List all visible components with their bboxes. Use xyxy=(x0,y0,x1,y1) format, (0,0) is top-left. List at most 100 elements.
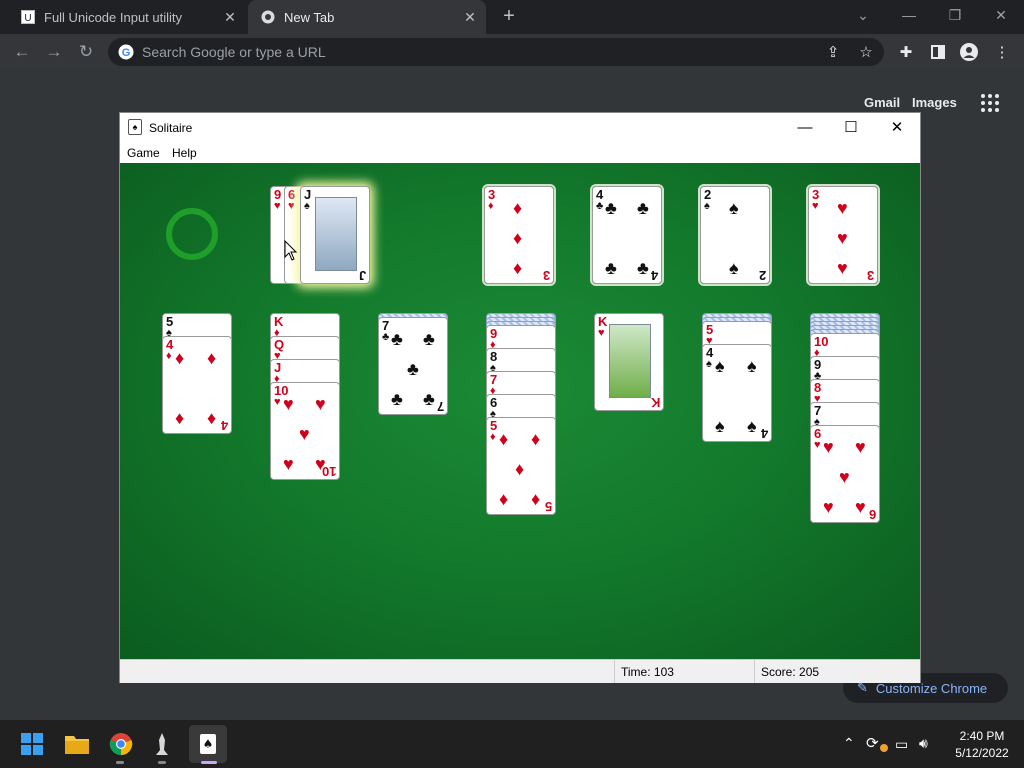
card-rank-corner: 3 xyxy=(542,268,550,283)
card-pip-icon: ♣ xyxy=(637,258,649,278)
card-pip-icon: ♠ xyxy=(747,416,757,436)
solitaire-maximize-icon[interactable]: ☐ xyxy=(828,113,874,141)
score-value: 205 xyxy=(799,664,820,679)
card-3-diamonds[interactable]: 3 ♦ 3 ♦ ♦ ♦ xyxy=(484,186,554,284)
stock-redeal-ring-icon[interactable] xyxy=(166,208,218,260)
svg-text:♠: ♠ xyxy=(203,737,214,751)
card-pip-icon: ♦ xyxy=(207,348,217,368)
menu-help[interactable]: Help xyxy=(172,146,197,160)
card-pip-icon: ♣ xyxy=(605,198,617,218)
forward-arrow-icon[interactable]: → xyxy=(41,39,67,65)
clock-date[interactable]: 5/12/2022 xyxy=(946,746,1018,760)
face-card-art xyxy=(609,324,651,398)
card-rank-corner: 4 xyxy=(650,268,658,283)
card-rank-corner: 2 xyxy=(758,268,766,283)
card-4-clubs[interactable]: 4 ♣ 4 ♣ ♣ ♣ ♣ xyxy=(592,186,662,284)
unicode-favicon-icon: U xyxy=(20,9,36,25)
card-pip-icon: ♦ xyxy=(513,228,523,248)
side-panel-icon[interactable] xyxy=(928,42,948,62)
images-link[interactable]: Images xyxy=(912,95,957,110)
card-pip-icon: ♥ xyxy=(855,437,866,457)
share-icon[interactable]: ⇪ xyxy=(823,42,843,62)
score-status: Score: 205 xyxy=(754,660,920,683)
solitaire-app-icon: ♠ xyxy=(128,119,142,135)
card-pip-icon: ♣ xyxy=(637,198,649,218)
restore-icon[interactable]: ❐ xyxy=(932,0,978,30)
card-pip-icon: ♥ xyxy=(837,198,848,218)
card-pip-icon: ♦ xyxy=(515,459,525,479)
tab-close-icon[interactable]: ✕ xyxy=(222,9,238,26)
card-10-hearts[interactable]: 10 ♥ 10 ♥ ♥ ♥ ♥ ♥ xyxy=(270,382,340,480)
card-rank-corner: 6 xyxy=(868,507,876,522)
tab-search-chevron-icon[interactable]: ⌄ xyxy=(840,0,886,30)
card-4-spades[interactable]: 4 ♠ 4 ♠ ♠ ♠ ♠ xyxy=(702,344,772,442)
new-tab-plus-icon[interactable]: + xyxy=(498,6,520,28)
tray-chevron-icon[interactable]: ⌃ xyxy=(843,735,855,752)
minimize-icon[interactable]: — xyxy=(886,0,932,30)
sync-update-icon[interactable]: ⟳ xyxy=(866,734,879,752)
chess-app-icon[interactable] xyxy=(143,725,181,763)
chrome-taskbar-icon[interactable] xyxy=(102,725,140,763)
card-rank-corner: 3 xyxy=(866,268,874,283)
windows-start-icon[interactable] xyxy=(13,725,51,763)
card-pip-icon: ♦ xyxy=(531,429,541,449)
google-apps-icon[interactable] xyxy=(981,94,999,112)
close-window-icon[interactable]: ✕ xyxy=(978,0,1024,30)
card-suit-icon: ♥ xyxy=(814,439,821,451)
solitaire-taskbar-icon[interactable]: ♠ xyxy=(189,725,227,763)
solitaire-minimize-icon[interactable]: — xyxy=(782,113,828,141)
running-app-indicator xyxy=(116,761,124,764)
tab-new-tab[interactable]: New Tab ✕ xyxy=(248,0,486,34)
game-felt[interactable]: 9 ♥ 6 ♥ J ♠ J 3 ♦ 3 ♦ ♦ ♦ 4 ♣ 4 ♣ ♣ ♣ ♣ 2 ♠ 2 ♠ ♠ 3 ♥ 3 ♥ ♥ ♥ 5 ♠ 4 ♦ 4 ♦ ♦ ♦ ♦… xyxy=(120,163,920,659)
card-suit-icon: ♥ xyxy=(812,200,819,212)
card-suit-icon: ♥ xyxy=(274,200,281,212)
update-badge xyxy=(880,744,888,752)
card-pip-icon: ♠ xyxy=(715,416,725,436)
card-pip-icon: ♠ xyxy=(747,356,757,376)
solitaire-close-icon[interactable]: ✕ xyxy=(874,113,920,141)
menu-game[interactable]: Game xyxy=(127,146,160,160)
clock-time[interactable]: 2:40 PM xyxy=(946,729,1018,743)
card-pip-icon: ♦ xyxy=(207,408,217,428)
card-3-hearts[interactable]: 3 ♥ 3 ♥ ♥ ♥ xyxy=(808,186,878,284)
back-arrow-icon[interactable]: ← xyxy=(9,39,35,65)
card-suit-icon: ♣ xyxy=(382,331,390,343)
card-pip-icon: ♣ xyxy=(605,258,617,278)
reload-icon[interactable]: ↻ xyxy=(73,39,99,65)
card-j-spades[interactable]: J ♠ J xyxy=(300,186,370,284)
profile-avatar-icon[interactable] xyxy=(959,42,979,62)
card-suit-icon: ♠ xyxy=(706,358,712,370)
gmail-link[interactable]: Gmail xyxy=(864,95,900,110)
tab-unicode-utility[interactable]: U Full Unicode Input utility ✕ xyxy=(8,0,246,34)
card-7-clubs[interactable]: 7 ♣ 7 ♣ ♣ ♣ ♣ ♣ xyxy=(378,317,448,415)
card-pip-icon: ♦ xyxy=(175,408,185,428)
file-explorer-icon[interactable] xyxy=(58,725,96,763)
card-pip-icon: ♥ xyxy=(837,228,848,248)
card-pip-icon: ♥ xyxy=(283,454,294,474)
extensions-puzzle-icon[interactable]: ✚ xyxy=(896,42,916,62)
card-pip-icon: ♦ xyxy=(513,198,523,218)
solitaire-window: ♠ Solitaire — ☐ ✕ Game Help 9 ♥ 6 ♥ J ♠ J 3 ♦ 3 ♦ ♦… xyxy=(120,113,920,683)
bookmark-star-icon[interactable]: ☆ xyxy=(856,42,876,62)
card-k-hearts[interactable]: K ♥ K xyxy=(594,313,664,411)
network-icon[interactable]: ▭ xyxy=(895,736,908,753)
card-2-spades[interactable]: 2 ♠ 2 ♠ ♠ xyxy=(700,186,770,284)
tab-close-icon[interactable]: ✕ xyxy=(462,9,478,26)
card-5-diamonds[interactable]: 5 ♦ 5 ♦ ♦ ♦ ♦ ♦ xyxy=(486,417,556,515)
card-rank-corner: 4 xyxy=(760,426,768,441)
card-pip-icon: ♥ xyxy=(315,394,326,414)
time-value: 103 xyxy=(653,664,674,679)
more-menu-icon[interactable]: ⋮ xyxy=(992,42,1012,62)
card-6-hearts[interactable]: 6 ♥ 6 ♥ ♥ ♥ ♥ ♥ xyxy=(810,425,880,523)
tab-title: New Tab xyxy=(284,9,335,25)
card-4-diamonds[interactable]: 4 ♦ 4 ♦ ♦ ♦ ♦ xyxy=(162,336,232,434)
time-label: Time: xyxy=(621,664,651,679)
time-status: Time: 103 xyxy=(614,660,754,683)
omnibox-placeholder: Search Google or type a URL xyxy=(142,44,326,60)
card-suit-icon: ♠ xyxy=(704,200,710,212)
card-suit-icon: ♥ xyxy=(288,200,295,212)
card-pip-icon: ♥ xyxy=(823,497,834,517)
volume-icon[interactable]: 🔊︎ xyxy=(919,735,928,752)
card-pip-icon: ♥ xyxy=(839,467,850,487)
google-g-icon: G xyxy=(118,44,134,60)
